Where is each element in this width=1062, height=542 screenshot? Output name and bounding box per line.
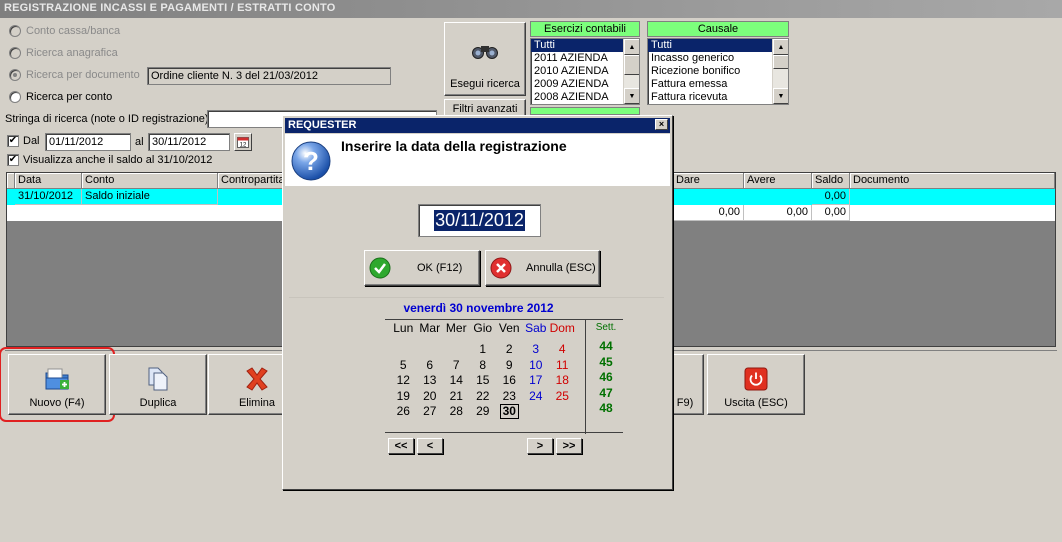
col-saldo[interactable]: Saldo — [812, 173, 850, 189]
dialog-title: REQUESTER — [285, 118, 670, 133]
scroll-down-icon[interactable]: ▼ — [773, 88, 788, 104]
svg-text:?: ? — [303, 146, 319, 176]
prev-year-button[interactable]: << — [388, 438, 414, 454]
scroll-up-icon[interactable]: ▲ — [624, 39, 639, 55]
radio-selected-icon — [9, 69, 21, 81]
row-selector-header — [7, 173, 15, 189]
duplicate-icon — [148, 367, 168, 391]
list-item[interactable]: Fattura ricevuta — [648, 91, 788, 104]
calendar-icon: 12 — [237, 137, 249, 149]
option-ricerca-anagrafica[interactable]: Ricerca anagrafica — [9, 46, 118, 60]
next-year-button[interactable]: >> — [556, 438, 582, 454]
date-range: ✔ Dal — [7, 135, 40, 147]
window-title: REGISTRAZIONE INCASSI E PAGAMENTI / ESTR… — [0, 0, 1062, 18]
highlight-annotation — [0, 347, 115, 422]
option-ricerca-conto[interactable]: Ricerca per conto — [9, 90, 112, 104]
scroll-up-icon[interactable]: ▲ — [773, 39, 788, 55]
week-column-label: Sett. — [595, 322, 617, 333]
date-filter-checkbox[interactable]: ✔ — [7, 135, 19, 147]
dialog-header: ? Inserire la data della registrazione — [285, 134, 670, 186]
scroll-down-icon[interactable]: ▼ — [624, 88, 639, 104]
prev-month-button[interactable]: < — [417, 438, 443, 454]
list-item[interactable]: Fattura emessa — [648, 78, 788, 91]
svg-text:12: 12 — [240, 143, 247, 149]
radio-icon — [9, 25, 21, 37]
esercizi-list[interactable]: Tutti 2011 AZIENDA 2010 AZIENDA 2009 AZI… — [530, 38, 640, 105]
list-item[interactable]: Incasso generico — [648, 52, 788, 65]
col-conto[interactable]: Conto — [82, 173, 218, 189]
esercizi-header: Esercizi contabili — [530, 21, 640, 37]
date-to-label: al — [135, 136, 144, 148]
option-conto-cassa[interactable]: Conto cassa/banca — [9, 24, 120, 38]
cancel-button[interactable]: Annulla (ESC) — [485, 250, 600, 286]
divider — [289, 297, 664, 298]
col-documento[interactable]: Documento — [850, 173, 1055, 189]
causale-header: Causale — [647, 21, 789, 37]
col-data[interactable]: Data — [15, 173, 82, 189]
exit-button[interactable]: Uscita (ESC) — [707, 354, 805, 415]
col-avere[interactable]: Avere — [744, 173, 812, 189]
list-header-strip — [530, 107, 640, 115]
ok-button[interactable]: OK (F12) — [364, 250, 480, 286]
search-button[interactable]: Esegui ricerca — [444, 22, 526, 96]
cancel-x-icon — [490, 257, 512, 279]
date-from-input[interactable]: 01/11/2012 — [45, 133, 131, 151]
causale-scrollbar[interactable]: ▲ ▼ — [772, 39, 788, 104]
search-string-label: Stringa di ricerca (note o ID registrazi… — [5, 113, 209, 125]
calendar-grid[interactable]: Lun Mar Mer Gio Ven Sab Dom 1234 5 6 7 8 9 10… — [390, 320, 576, 419]
scroll-thumb[interactable] — [773, 55, 788, 69]
week-numbers: 44 45 46 47 48 — [599, 339, 613, 415]
delete-x-icon — [246, 367, 268, 391]
close-icon[interactable]: × — [655, 119, 668, 130]
date-to-input[interactable]: 30/11/2012 — [148, 133, 230, 151]
causale-list[interactable]: Tutti Incasso generico Ricezione bonific… — [647, 38, 789, 105]
calendar-title: venerdì 30 novembre 2012 — [403, 301, 554, 315]
balance-checkbox[interactable]: ✔ — [7, 154, 19, 166]
list-item[interactable]: Tutti — [648, 39, 772, 52]
power-icon — [744, 367, 768, 391]
requester-dialog: REQUESTER × ? Inserire la data della reg… — [282, 115, 673, 490]
checkmark-icon — [369, 257, 391, 279]
option-ricerca-documento[interactable]: Ricerca per documento — [9, 68, 140, 82]
list-item[interactable]: Ricezione bonifico — [648, 65, 788, 78]
radio-icon — [9, 47, 21, 59]
col-dare[interactable]: Dare — [673, 173, 744, 189]
next-month-button[interactable]: > — [527, 438, 553, 454]
calendar-week-divider — [585, 320, 586, 434]
radio-icon — [9, 91, 21, 103]
selected-day[interactable]: 30 — [496, 403, 523, 420]
calendar-bottom-rule — [385, 432, 623, 433]
esercizi-scrollbar[interactable]: ▲ ▼ — [623, 39, 639, 104]
binoculars-icon — [472, 46, 498, 59]
duplicate-button[interactable]: Duplica — [109, 354, 207, 415]
date-input[interactable]: 30/11/2012 — [418, 204, 541, 237]
scroll-thumb[interactable] — [624, 55, 639, 75]
dialog-prompt: Inserire la data della registrazione — [341, 138, 567, 154]
question-icon: ? — [291, 141, 331, 181]
list-item[interactable]: Tutti — [531, 39, 623, 52]
balance-option[interactable]: ✔ Visualizza anche il saldo al 31/10/201… — [7, 154, 212, 166]
calendar-button[interactable]: 12 — [234, 133, 252, 151]
document-field: Ordine cliente N. 3 del 21/03/2012 — [147, 67, 391, 85]
